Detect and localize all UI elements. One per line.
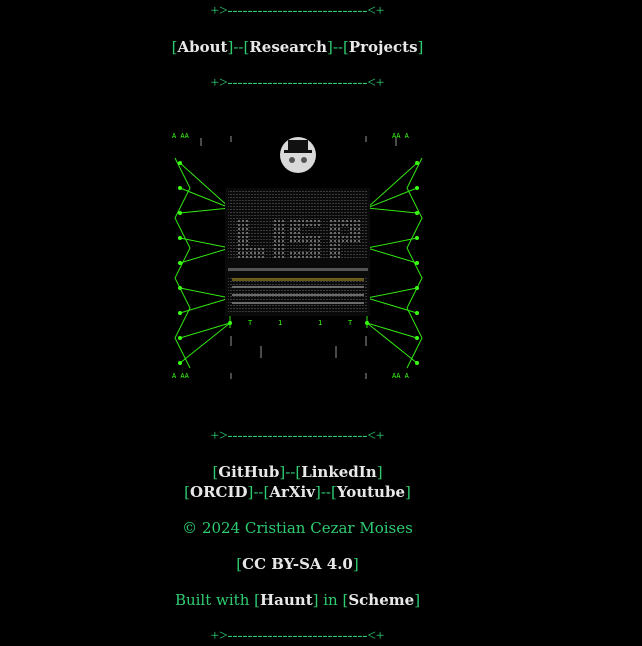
svg-text:1: 1 [318,319,322,327]
bottom-divider: +>----------------------------<+ [210,628,385,644]
svg-text:A AA: A AA [172,132,190,140]
svg-text:T: T [348,319,353,327]
nav-research-link[interactable]: Research [249,38,327,56]
svg-text:1: 1 [278,319,282,327]
svg-text:AA A: AA A [392,132,410,140]
social-links-row-1: [GitHub]--[LinkedIn] [212,463,383,481]
arxiv-link[interactable]: ArXiv [269,483,315,501]
scheme-link[interactable]: Scheme [348,591,414,609]
copyright-text: © 2024 Cristian Cezar Moises [182,519,413,537]
haunt-link[interactable]: Haunt [260,591,313,609]
orcid-link[interactable]: ORCID [190,483,248,501]
svg-text:T: T [248,319,253,327]
built-with-prefix: Built with [174,591,255,609]
linkedin-link[interactable]: LinkedIn [301,463,377,481]
nav-about-link[interactable]: About [177,38,227,56]
nav-divider: +>----------------------------<+ [210,75,385,91]
top-divider: +>----------------------------<+ [210,3,385,19]
nav-projects-link[interactable]: Projects [349,38,418,56]
license: [CC BY-SA 4.0] [236,555,359,573]
lisp-banner-image: A AA AA A A AA AA A T 1 1 T [170,128,427,385]
hat-mascot-icon [280,137,316,173]
svg-text:AA A: AA A [392,372,410,380]
license-link[interactable]: CC BY-SA 4.0 [242,555,353,573]
social-links-row-2: [ORCID]--[ArXiv]--[Youtube] [184,483,411,501]
built-with: Built with [Haunt] in [Scheme] [174,591,421,609]
github-link[interactable]: GitHub [218,463,279,481]
svg-text:A AA: A AA [172,372,190,380]
built-with-mid: in [318,591,343,609]
main-nav: [About]--[Research]--[Projects] [171,38,424,56]
lisp-banner-art: A AA AA A A AA AA A T 1 1 T [172,132,423,380]
youtube-link[interactable]: Youtube [337,483,405,501]
social-divider: +>----------------------------<+ [210,428,385,444]
